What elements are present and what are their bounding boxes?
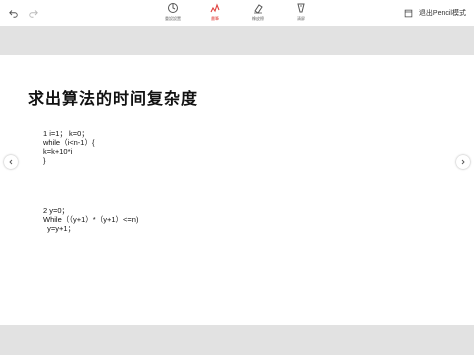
tool-pen-label: 畫筆 <box>211 16 219 21</box>
tool-clear[interactable]: 清屏 <box>279 2 323 26</box>
next-slide-button[interactable] <box>456 155 470 169</box>
chevron-left-icon <box>9 159 13 165</box>
undo-icon <box>8 9 18 18</box>
top-gray-band <box>0 26 474 55</box>
code-line: 2 y=0； <box>43 206 70 215</box>
tool-reset[interactable]: 重設設置 <box>151 2 195 26</box>
reset-icon <box>168 3 178 13</box>
pen-icon <box>210 3 220 13</box>
eraser-icon <box>254 4 263 14</box>
code-line: } <box>43 156 46 165</box>
code-line: While（（y+1）*（y+1）<=n) <box>43 215 139 224</box>
tool-reset-label: 重設設置 <box>165 16 181 21</box>
chevron-right-icon <box>461 159 465 165</box>
tool-clear-label: 清屏 <box>297 16 305 21</box>
redo-icon <box>28 9 38 18</box>
clear-icon <box>297 3 305 13</box>
undo-button[interactable] <box>6 0 20 26</box>
exit-pencil-button[interactable]: 退出Pencil模式 <box>404 6 466 20</box>
code-line: k=k+10*i <box>43 147 73 156</box>
tool-pen[interactable]: 畫筆 <box>193 2 237 26</box>
bottom-gray-band <box>0 325 474 355</box>
code-line: 1 i=1； k=0； <box>43 129 89 138</box>
previous-slide-button[interactable] <box>4 155 18 169</box>
slide: 求出算法的时间复杂度 1 i=1； k=0； while（i<n-1）{ k=k… <box>0 55 474 325</box>
exit-pencil-label: 退出Pencil模式 <box>418 10 466 17</box>
exit-icon <box>404 9 413 17</box>
tool-eraser[interactable]: 橡皮擦 <box>236 2 280 26</box>
code-line: while（i<n-1）{ <box>43 138 95 147</box>
code-line: y=y+1； <box>43 224 76 233</box>
toolbar: 重設設置 畫筆 橡皮擦 清屏 退出Pencil模式 <box>0 0 474 26</box>
slide-title: 求出算法的时间复杂度 <box>28 91 199 108</box>
tool-eraser-label: 橡皮擦 <box>252 16 264 21</box>
redo-button[interactable] <box>26 0 40 26</box>
